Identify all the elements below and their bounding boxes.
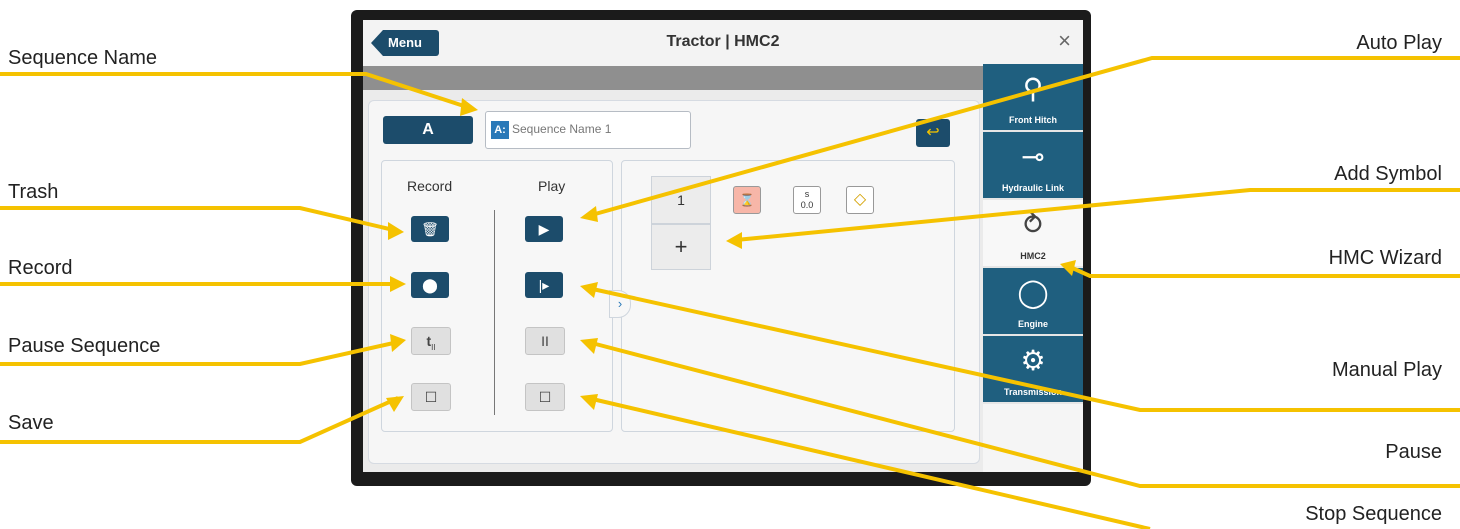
play-icon: ▶ — [538, 221, 550, 237]
step-number[interactable]: 1 — [651, 176, 711, 224]
save-button[interactable]: ☐ — [411, 383, 451, 411]
label-record: Record — [8, 257, 73, 279]
warning-icon[interactable]: ◇ — [846, 186, 874, 214]
auto-play-button[interactable]: ▶ — [525, 216, 563, 242]
label-hmc-wizard: HMC Wizard — [1328, 247, 1442, 269]
return-button[interactable]: ↩ — [916, 119, 950, 147]
time-value: 0.0 — [800, 200, 814, 210]
hourglass-icon[interactable]: ⌛ — [733, 186, 761, 214]
record-icon: ⬤ — [422, 277, 438, 293]
sequence-slot-button[interactable]: A — [383, 116, 473, 144]
callout-save — [0, 396, 399, 444]
pause-button[interactable]: II — [525, 327, 565, 355]
label-add-symbol: Add Symbol — [1334, 163, 1442, 185]
label-stop-sequence: Stop Sequence — [1305, 503, 1442, 525]
label-auto-play: Auto Play — [1356, 32, 1442, 54]
pause-sequence-button[interactable]: tII — [411, 327, 451, 355]
time-symbol[interactable]: s 0.0 — [793, 186, 821, 214]
pause-icon: II — [541, 333, 549, 349]
label-pause: Pause — [1385, 441, 1442, 463]
time-unit: s — [804, 189, 810, 199]
label-manual-play: Manual Play — [1331, 359, 1442, 381]
content-layer: A A: Sequence Name 1 ↩ Record Play 🗑 ⬤ t… — [363, 20, 1083, 472]
record-button[interactable]: ⬤ — [411, 272, 449, 298]
callout-trash — [0, 206, 399, 233]
stop-sequence-button[interactable]: ☐ — [525, 383, 565, 411]
sequence-name-field[interactable]: A: Sequence Name 1 — [485, 111, 691, 149]
trash-button[interactable]: 🗑 — [411, 216, 449, 242]
label-trash: Trash — [8, 181, 59, 203]
label-save: Save — [8, 412, 54, 434]
save-icon: ☐ — [424, 389, 438, 405]
label-sequence-name: Sequence Name — [8, 47, 157, 69]
stop-icon: ☐ — [538, 389, 552, 405]
sequence-badge: A: — [491, 121, 509, 139]
sequence-name-value: Sequence Name 1 — [512, 122, 612, 136]
add-symbol-button[interactable]: + — [651, 224, 711, 270]
play-header: Play — [538, 178, 566, 194]
label-pause-sequence: Pause Sequence — [8, 335, 161, 357]
step-play-icon: |▸ — [538, 277, 550, 293]
trash-icon: 🗑 — [421, 221, 439, 237]
column-divider — [494, 210, 495, 415]
manual-play-button[interactable]: |▸ — [525, 272, 563, 298]
pause-sequence-sub: II — [431, 342, 436, 352]
record-header: Record — [407, 178, 453, 194]
